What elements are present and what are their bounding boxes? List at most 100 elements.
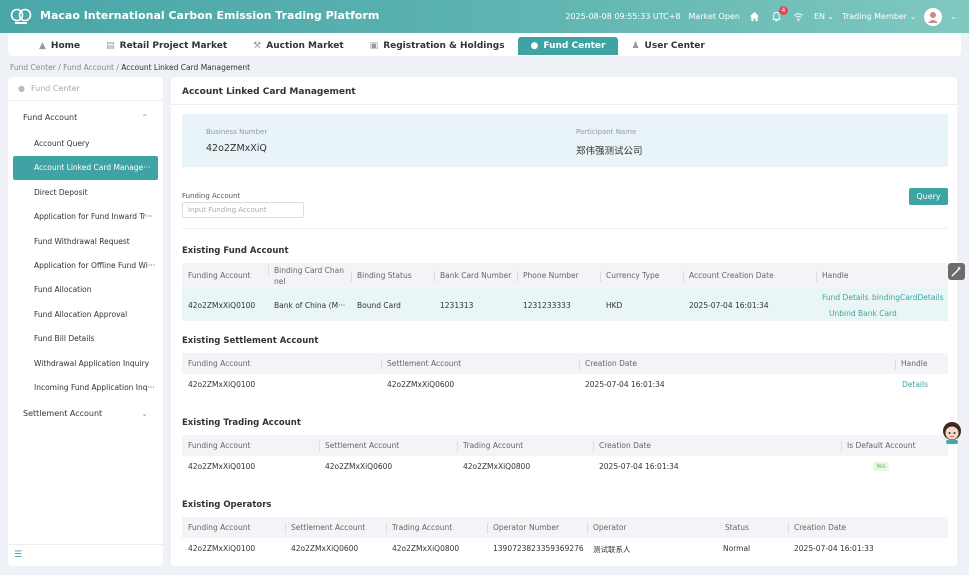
sidebar-item-incoming-fund-inquiry[interactable]: Incoming Fund Application Inq··· — [13, 376, 158, 400]
query-button[interactable]: Query — [909, 188, 948, 205]
table-cell: 2025-07-04 16:01:34 — [599, 462, 679, 471]
table-cell: Bank of China (M··· — [274, 301, 346, 310]
sidebar-item-fund-bill-details[interactable]: Fund Bill Details — [13, 327, 158, 351]
chevron-down-icon[interactable]: ⌄ — [950, 12, 957, 21]
column-header: Trading Account — [456, 441, 524, 452]
tab-auction-market[interactable]: ⚒ Auction Market — [240, 37, 357, 55]
column-header: Settlement Account — [380, 359, 462, 370]
table-cell: 1231233333 — [523, 301, 571, 310]
tab-home[interactable]: ▲ Home — [26, 37, 93, 55]
trading-account-table: Funding Account Settlement Account Tradi… — [182, 435, 948, 477]
sidebar-item-direct-deposit[interactable]: Direct Deposit — [13, 181, 158, 205]
tab-retail-project-market[interactable]: ▤ Retail Project Market — [93, 37, 240, 55]
bell-icon[interactable]: 4 — [770, 5, 788, 24]
table-cell: 42o2ZMxXiQ0100 — [188, 544, 256, 553]
app-title: Macao International Carbon Emission Trad… — [40, 9, 380, 22]
sidebar-item-offline-withdrawal[interactable]: Application for Offline Fund Wi··· — [13, 254, 158, 278]
table-cell: 2025-07-04 16:01:33 — [794, 544, 874, 553]
sidebar-group-settlement-account[interactable]: Settlement Account ⌄ — [23, 409, 148, 418]
table-cell: 2025-07-04 16:01:34 — [585, 380, 665, 389]
table-header: Funding Account Settlement Account Tradi… — [182, 517, 948, 538]
user-avatar[interactable] — [924, 7, 943, 26]
nav-tabs: ▲ Home ▤ Retail Project Market ⚒ Auction Ma… — [26, 37, 718, 55]
section-divider — [182, 228, 948, 229]
document-icon: ▣ — [369, 41, 379, 51]
table-cell: 测试联系人 — [593, 545, 631, 554]
funding-account-input[interactable] — [182, 202, 304, 218]
fund-icon: ● — [18, 84, 25, 93]
sidebar-item-account-linked-card[interactable]: Account Linked Card Manage··· — [13, 156, 158, 180]
binding-card-details-link[interactable]: bindingCardDetails — [872, 293, 944, 302]
sidebar-item-fund-withdrawal[interactable]: Fund Withdrawal Request — [13, 230, 158, 254]
page-title: Account Linked Card Management — [182, 87, 356, 97]
platform-logo-icon[interactable] — [10, 7, 32, 25]
breadcrumb-current: Account Linked Card Management — [121, 63, 251, 72]
column-header: Account Creation Date — [683, 271, 774, 282]
column-header: Handle — [894, 359, 928, 370]
column-header: Bank Card Number — [433, 271, 512, 282]
table-row[interactable]: 42o2ZMxXiQ0100 42o2ZMxXiQ0600 42o2ZMxXiQ… — [182, 456, 948, 477]
breadcrumb-fund-center[interactable]: Fund Center — [10, 63, 56, 72]
sidebar-item-fund-allocation[interactable]: Fund Allocation — [13, 278, 158, 302]
column-header: Handle — [815, 271, 849, 282]
table-cell: 42o2ZMxXiQ0100 — [188, 301, 256, 310]
tab-registration-holdings[interactable]: ▣ Registration & Holdings — [357, 37, 518, 55]
table-header: Funding Account Binding Card Chan nel Bi… — [182, 263, 948, 288]
table-cell: Normal — [723, 544, 751, 553]
home-icon[interactable] — [748, 10, 762, 24]
column-header: Binding Status — [351, 271, 412, 282]
details-link[interactable]: Details — [902, 380, 928, 389]
column-header: Creation Date — [592, 441, 652, 452]
top-bar: Macao International Carbon Emission Trad… — [0, 0, 969, 33]
sidebar-item-fund-allocation-approval[interactable]: Fund Allocation Approval — [13, 303, 158, 327]
trading-account-section-title: Existing Trading Account — [182, 418, 301, 428]
title-divider — [171, 104, 957, 105]
table-cell: 42o2ZMxXiQ0800 — [392, 544, 460, 553]
gavel-icon: ⚒ — [253, 41, 262, 51]
participant-name-label: Participant Name — [576, 128, 637, 136]
tab-user-center[interactable]: ♟ User Center — [618, 37, 717, 55]
table-cell: 42o2ZMxXiQ0100 — [188, 462, 256, 471]
chevron-down-icon: ⌄ — [909, 12, 917, 21]
business-number-value: 42o2ZMxXiQ — [206, 143, 267, 154]
column-header: Funding Account — [188, 441, 251, 450]
column-header: Currency Type — [599, 271, 660, 282]
chevron-down-icon: ⌄ — [141, 409, 148, 418]
table-cell: 42o2ZMxXiQ0800 — [463, 462, 531, 471]
table-cell: 42o2ZMxXiQ0600 — [325, 462, 393, 471]
tab-fund-center[interactable]: ● Fund Center — [517, 37, 619, 55]
unbind-bank-card-link[interactable]: Unbind Bank Card — [829, 309, 897, 318]
table-header: Funding Account Settlement Account Tradi… — [182, 435, 948, 456]
sidebar-group-fund-account[interactable]: Fund Account ⌃ — [23, 113, 148, 122]
assistant-avatar-icon[interactable] — [941, 420, 963, 444]
sidebar: ● Fund Center Fund Account ⌃ Account Que… — [8, 77, 163, 566]
table-row[interactable]: 42o2ZMxXiQ0100 Bank of China (M··· Bound… — [182, 288, 948, 321]
fund-details-link[interactable]: Fund Details — [822, 293, 869, 302]
language-selector[interactable]: EN ⌄ — [814, 12, 834, 21]
sidebar-item-withdrawal-inquiry[interactable]: Withdrawal Application Inquiry — [13, 352, 158, 376]
collapse-menu-icon[interactable]: ☰ — [14, 550, 22, 560]
breadcrumb-fund-account[interactable]: Fund Account — [63, 63, 114, 72]
sidebar-item-account-query[interactable]: Account Query — [13, 132, 158, 156]
table-row[interactable]: 42o2ZMxXiQ0100 42o2ZMxXiQ0600 42o2ZMxXiQ… — [182, 538, 948, 559]
table-row[interactable]: 42o2ZMxXiQ0100 42o2ZMxXiQ0600 2025-07-04… — [182, 374, 948, 395]
user-icon: ♟ — [631, 41, 640, 51]
default-account-cell: Yes — [873, 461, 889, 471]
sidebar-item-fund-inward[interactable]: Application for Fund Inward Tr··· — [13, 205, 158, 229]
column-header: Status — [725, 523, 749, 532]
column-header: Creation Date — [578, 359, 638, 370]
store-icon: ▤ — [106, 41, 115, 51]
business-number-label: Business Number — [206, 128, 268, 136]
role-selector[interactable]: Trading Member ⌄ — [842, 12, 916, 21]
column-header: Funding Account — [188, 523, 251, 532]
magic-wand-icon[interactable] — [948, 263, 965, 280]
participant-name-value: 郑伟强测试公司 — [576, 146, 643, 157]
top-right-controls: 2025-08-08 09:55:33 UTC+8 Market Open 4 … — [565, 0, 957, 33]
chevron-down-icon: ⌄ — [827, 12, 835, 21]
column-header: Settlement Account — [284, 523, 366, 534]
column-header: Operator — [587, 523, 627, 534]
funding-account-label: Funding Account — [182, 192, 241, 200]
sidebar-divider — [8, 100, 163, 101]
wifi-icon[interactable] — [792, 10, 806, 24]
column-header: Funding Account — [188, 359, 251, 368]
